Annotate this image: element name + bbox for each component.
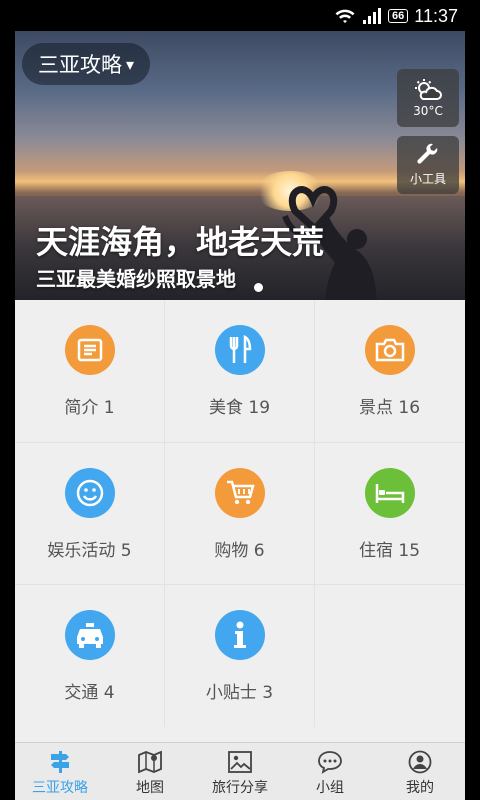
weather-temp: 30°C (413, 103, 443, 118)
city-selector[interactable]: 三亚攻略 ▾ (22, 43, 151, 85)
tab-label: 小组 (316, 780, 344, 796)
hero-title: 天涯海角，地老天荒 (36, 223, 325, 261)
hero-banner[interactable]: 三亚攻略 ▾ 30°C 小工具 天涯海角，地老天荒 三亚最美婚纱照取景地 (15, 31, 465, 300)
category-label: 简介 1 (64, 398, 115, 418)
app-content: 三亚攻略 ▾ 30°C 小工具 天涯海角，地老天荒 三亚最美婚纱照取景地 简介 … (15, 31, 465, 800)
city-name: 三亚攻略 (38, 53, 122, 77)
chat-icon (318, 751, 342, 774)
weather-button[interactable]: 30°C (397, 69, 459, 127)
status-bar: 66 11:37 (0, 0, 480, 31)
category-label: 娱乐活动 5 (47, 541, 132, 561)
map-icon (138, 750, 162, 774)
smiley-icon (76, 479, 103, 507)
category-transport[interactable]: 交通 4 (15, 585, 164, 726)
category-intro[interactable]: 简介 1 (15, 300, 164, 441)
category-label: 景点 16 (358, 398, 421, 418)
category-grid: 简介 1 美食 19 景点 16 娱乐活动 5 购物 6 住宿 15 交通 4 … (15, 300, 465, 727)
partly-cloudy-icon (415, 78, 442, 100)
tab-me[interactable]: 我的 (375, 743, 465, 800)
fork-knife-icon (229, 335, 251, 363)
bed-icon (375, 484, 404, 503)
carousel-indicator (254, 283, 263, 292)
category-sights[interactable]: 景点 16 (315, 300, 464, 441)
tab-guide[interactable]: 三亚攻略 (15, 743, 105, 800)
camera-icon (375, 338, 404, 362)
signal-icon (363, 8, 382, 24)
tab-label: 旅行分享 (212, 780, 268, 796)
category-label: 住宿 15 (358, 541, 421, 561)
tab-label: 地图 (136, 780, 164, 796)
tools-label: 小工具 (409, 172, 446, 186)
category-label: 购物 6 (214, 541, 265, 561)
clock: 11:37 (414, 5, 458, 26)
category-lodging[interactable]: 住宿 15 (315, 443, 464, 584)
tab-map[interactable]: 地图 (105, 743, 195, 800)
article-icon (77, 338, 102, 362)
signpost-icon (51, 751, 69, 773)
tab-group[interactable]: 小组 (285, 743, 375, 800)
category-shopping[interactable]: 购物 6 (165, 443, 314, 584)
wrench-icon (417, 143, 438, 164)
tab-label: 三亚攻略 (32, 780, 88, 796)
wifi-icon (335, 9, 355, 23)
bottom-tab-bar: 三亚攻略 地图 旅行分享 小组 我的 (15, 742, 465, 800)
category-food[interactable]: 美食 19 (165, 300, 314, 441)
category-label: 交通 4 (64, 683, 115, 703)
tab-share[interactable]: 旅行分享 (195, 743, 285, 800)
category-tips[interactable]: 小贴士 3 (165, 585, 314, 726)
hero-subtitle: 三亚最美婚纱照取景地 (36, 267, 236, 291)
info-icon (233, 621, 246, 648)
category-entertainment[interactable]: 娱乐活动 5 (15, 443, 164, 584)
picture-icon (228, 751, 252, 773)
chevron-down-icon: ▾ (126, 54, 135, 74)
tools-button[interactable]: 小工具 (397, 136, 459, 194)
category-label: 小贴士 3 (205, 683, 274, 703)
cart-icon (226, 480, 255, 505)
user-icon (408, 750, 432, 774)
battery-indicator: 66 (388, 9, 409, 23)
taxi-icon (76, 623, 103, 648)
tab-label: 我的 (406, 780, 434, 796)
category-label: 美食 19 (208, 398, 271, 418)
